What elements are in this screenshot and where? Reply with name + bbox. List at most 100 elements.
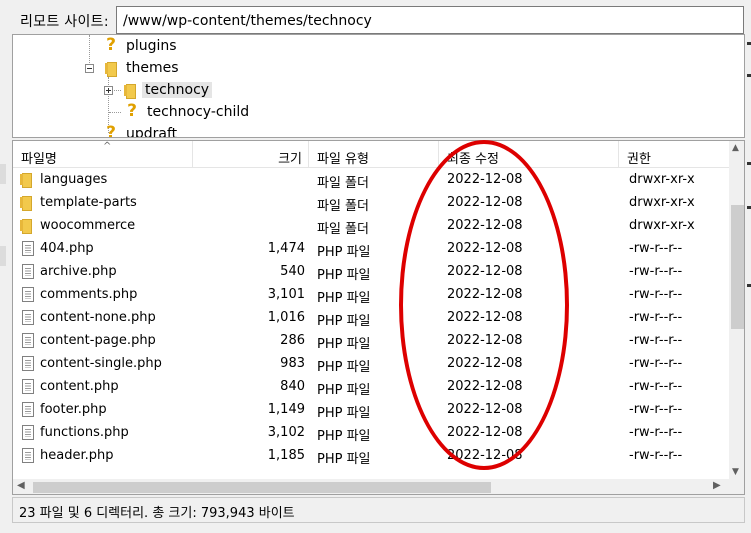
column-header-label: 크기 bbox=[278, 152, 302, 167]
file-row[interactable]: comments.php 3,101 PHP 파일 2022-12-08 -rw-r--… bbox=[13, 284, 729, 307]
file-modified: 2022-12-08 bbox=[447, 402, 523, 417]
file-permissions: -rw-r--r-- bbox=[629, 379, 683, 394]
question-icon: ? bbox=[106, 123, 116, 138]
edge-tick bbox=[747, 74, 751, 77]
remote-path-input[interactable]: /www/wp-content/themes/technocy bbox=[116, 6, 744, 34]
file-size: 1,149 bbox=[267, 402, 305, 417]
folder-icon bbox=[103, 61, 119, 77]
file-size: 983 bbox=[280, 356, 305, 371]
tree-item-technocy-child[interactable]: ? technocy-child bbox=[124, 101, 252, 123]
file-modified: 2022-12-08 bbox=[447, 287, 523, 302]
pane-edge-mark bbox=[0, 246, 6, 266]
file-type: PHP 파일 bbox=[317, 291, 371, 306]
tree-item-label: plugins bbox=[126, 38, 177, 54]
remote-directory-tree[interactable]: ? plugins themes technocy ? technocy-chi… bbox=[12, 34, 745, 138]
column-header-label: 최종 수정 bbox=[447, 152, 499, 167]
tree-item-label: technocy-child bbox=[147, 104, 250, 120]
file-row[interactable]: woocommerce 파일 폴더 2022-12-08 drwxr-xr-x bbox=[13, 215, 729, 238]
file-row[interactable]: languages 파일 폴더 2022-12-08 drwxr-xr-x bbox=[13, 169, 729, 192]
file-type: 파일 폴더 bbox=[317, 199, 369, 214]
vertical-scroll-thumb[interactable] bbox=[731, 205, 744, 329]
file-name-cell: content.php bbox=[21, 379, 119, 394]
file-icon bbox=[22, 425, 34, 440]
file-type: PHP 파일 bbox=[317, 406, 371, 421]
file-icon bbox=[22, 402, 34, 417]
file-row[interactable]: content-none.php 1,016 PHP 파일 2022-12-08 -rw… bbox=[13, 307, 729, 330]
file-modified: 2022-12-08 bbox=[447, 264, 523, 279]
remote-site-label: 리모트 사이트: bbox=[20, 14, 109, 30]
file-permissions: -rw-r--r-- bbox=[629, 264, 683, 279]
file-name-cell: woocommerce bbox=[20, 218, 135, 234]
file-row[interactable]: content-single.php 983 PHP 파일 2022-12-08 -rw… bbox=[13, 353, 729, 376]
file-type: PHP 파일 bbox=[317, 383, 371, 398]
file-size: 1,016 bbox=[267, 310, 305, 325]
question-icon: ? bbox=[127, 101, 137, 121]
file-row[interactable]: content-page.php 286 PHP 파일 2022-12-08 -rw-r… bbox=[13, 330, 729, 353]
file-size: 3,101 bbox=[267, 287, 305, 302]
folder-icon bbox=[18, 196, 34, 211]
file-row[interactable]: footer.php 1,149 PHP 파일 2022-12-08 -rw-r--r-… bbox=[13, 399, 729, 422]
column-header-label: 파일명 bbox=[21, 152, 57, 167]
column-header-type[interactable]: 파일 유형 bbox=[309, 141, 439, 168]
file-row[interactable]: archive.php 540 PHP 파일 2022-12-08 -rw-r--r-- bbox=[13, 261, 729, 284]
sort-ascending-icon: ^ bbox=[103, 141, 112, 152]
tree-guide-line bbox=[109, 112, 121, 113]
edge-tick bbox=[747, 284, 751, 287]
tree-item-themes[interactable]: themes bbox=[85, 57, 182, 79]
file-name: header.php bbox=[40, 448, 114, 463]
file-modified: 2022-12-08 bbox=[447, 356, 523, 371]
tree-item-label: updraft bbox=[126, 126, 178, 138]
file-name: 404.php bbox=[40, 241, 94, 256]
file-size: 540 bbox=[280, 264, 305, 279]
file-permissions: -rw-r--r-- bbox=[629, 356, 683, 371]
file-row[interactable]: header.php 1,185 PHP 파일 2022-12-08 -rw-r--r-… bbox=[13, 445, 729, 468]
file-permissions: -rw-r--r-- bbox=[629, 402, 683, 417]
file-permissions: -rw-r--r-- bbox=[629, 310, 683, 325]
scroll-right-icon[interactable]: ▶ bbox=[713, 480, 721, 491]
file-name: content-page.php bbox=[40, 333, 156, 348]
tree-item-technocy[interactable]: technocy bbox=[104, 79, 213, 101]
horizontal-scrollbar[interactable]: ◀ ▶ bbox=[13, 479, 729, 494]
file-type: 파일 폴더 bbox=[317, 176, 369, 191]
file-name: archive.php bbox=[40, 264, 117, 279]
file-name: content-single.php bbox=[40, 356, 162, 371]
file-icon bbox=[22, 310, 34, 325]
scroll-down-icon[interactable]: ▼ bbox=[732, 467, 739, 477]
file-list-header: 파일명 ^ 크기 파일 유형 최종 수정 권한 bbox=[13, 141, 729, 168]
file-name-cell: archive.php bbox=[21, 264, 117, 279]
file-row[interactable]: content.php 840 PHP 파일 2022-12-08 -rw-r--r-- bbox=[13, 376, 729, 399]
collapse-toggle-icon[interactable] bbox=[85, 63, 94, 73]
file-permissions: -rw-r--r-- bbox=[629, 287, 683, 302]
column-header-permissions[interactable]: 권한 bbox=[619, 141, 729, 168]
file-icon bbox=[22, 287, 34, 302]
file-size: 840 bbox=[280, 379, 305, 394]
column-header-modified[interactable]: 최종 수정 bbox=[439, 141, 619, 168]
scroll-left-icon[interactable]: ◀ bbox=[17, 480, 25, 491]
horizontal-scroll-thumb[interactable] bbox=[33, 482, 491, 493]
scroll-up-icon[interactable]: ▲ bbox=[732, 143, 739, 153]
file-modified: 2022-12-08 bbox=[447, 333, 523, 348]
expand-toggle-icon[interactable] bbox=[104, 85, 113, 95]
tree-item-plugins[interactable]: ? plugins bbox=[103, 35, 180, 57]
file-modified: 2022-12-08 bbox=[447, 241, 523, 256]
file-permissions: -rw-r--r-- bbox=[629, 425, 683, 440]
remote-file-list[interactable]: 파일명 ^ 크기 파일 유형 최종 수정 권한 languages 파일 폴더 20… bbox=[12, 140, 745, 495]
file-name: content-none.php bbox=[40, 310, 156, 325]
file-type: PHP 파일 bbox=[317, 429, 371, 444]
file-row[interactable]: functions.php 3,102 PHP 파일 2022-12-08 -rw-r-… bbox=[13, 422, 729, 445]
file-row[interactable]: template-parts 파일 폴더 2022-12-08 drwxr-xr-x bbox=[13, 192, 729, 215]
file-name: footer.php bbox=[40, 402, 107, 417]
file-size: 3,102 bbox=[267, 425, 305, 440]
column-header-size[interactable]: 크기 bbox=[193, 141, 309, 168]
question-icon: ? bbox=[106, 35, 116, 55]
file-icon bbox=[22, 333, 34, 348]
file-row[interactable]: 404.php 1,474 PHP 파일 2022-12-08 -rw-r--r-- bbox=[13, 238, 729, 261]
file-name-cell: comments.php bbox=[21, 287, 137, 302]
tree-item-updraft[interactable]: ? updraft bbox=[103, 123, 180, 138]
vertical-scrollbar[interactable]: ▲ ▼ bbox=[729, 141, 744, 480]
file-type: PHP 파일 bbox=[317, 452, 371, 467]
column-header-name[interactable]: 파일명 ^ bbox=[13, 141, 193, 168]
right-pane-edge bbox=[745, 0, 751, 533]
file-permissions: drwxr-xr-x bbox=[629, 218, 695, 233]
file-permissions: drwxr-xr-x bbox=[629, 172, 695, 187]
